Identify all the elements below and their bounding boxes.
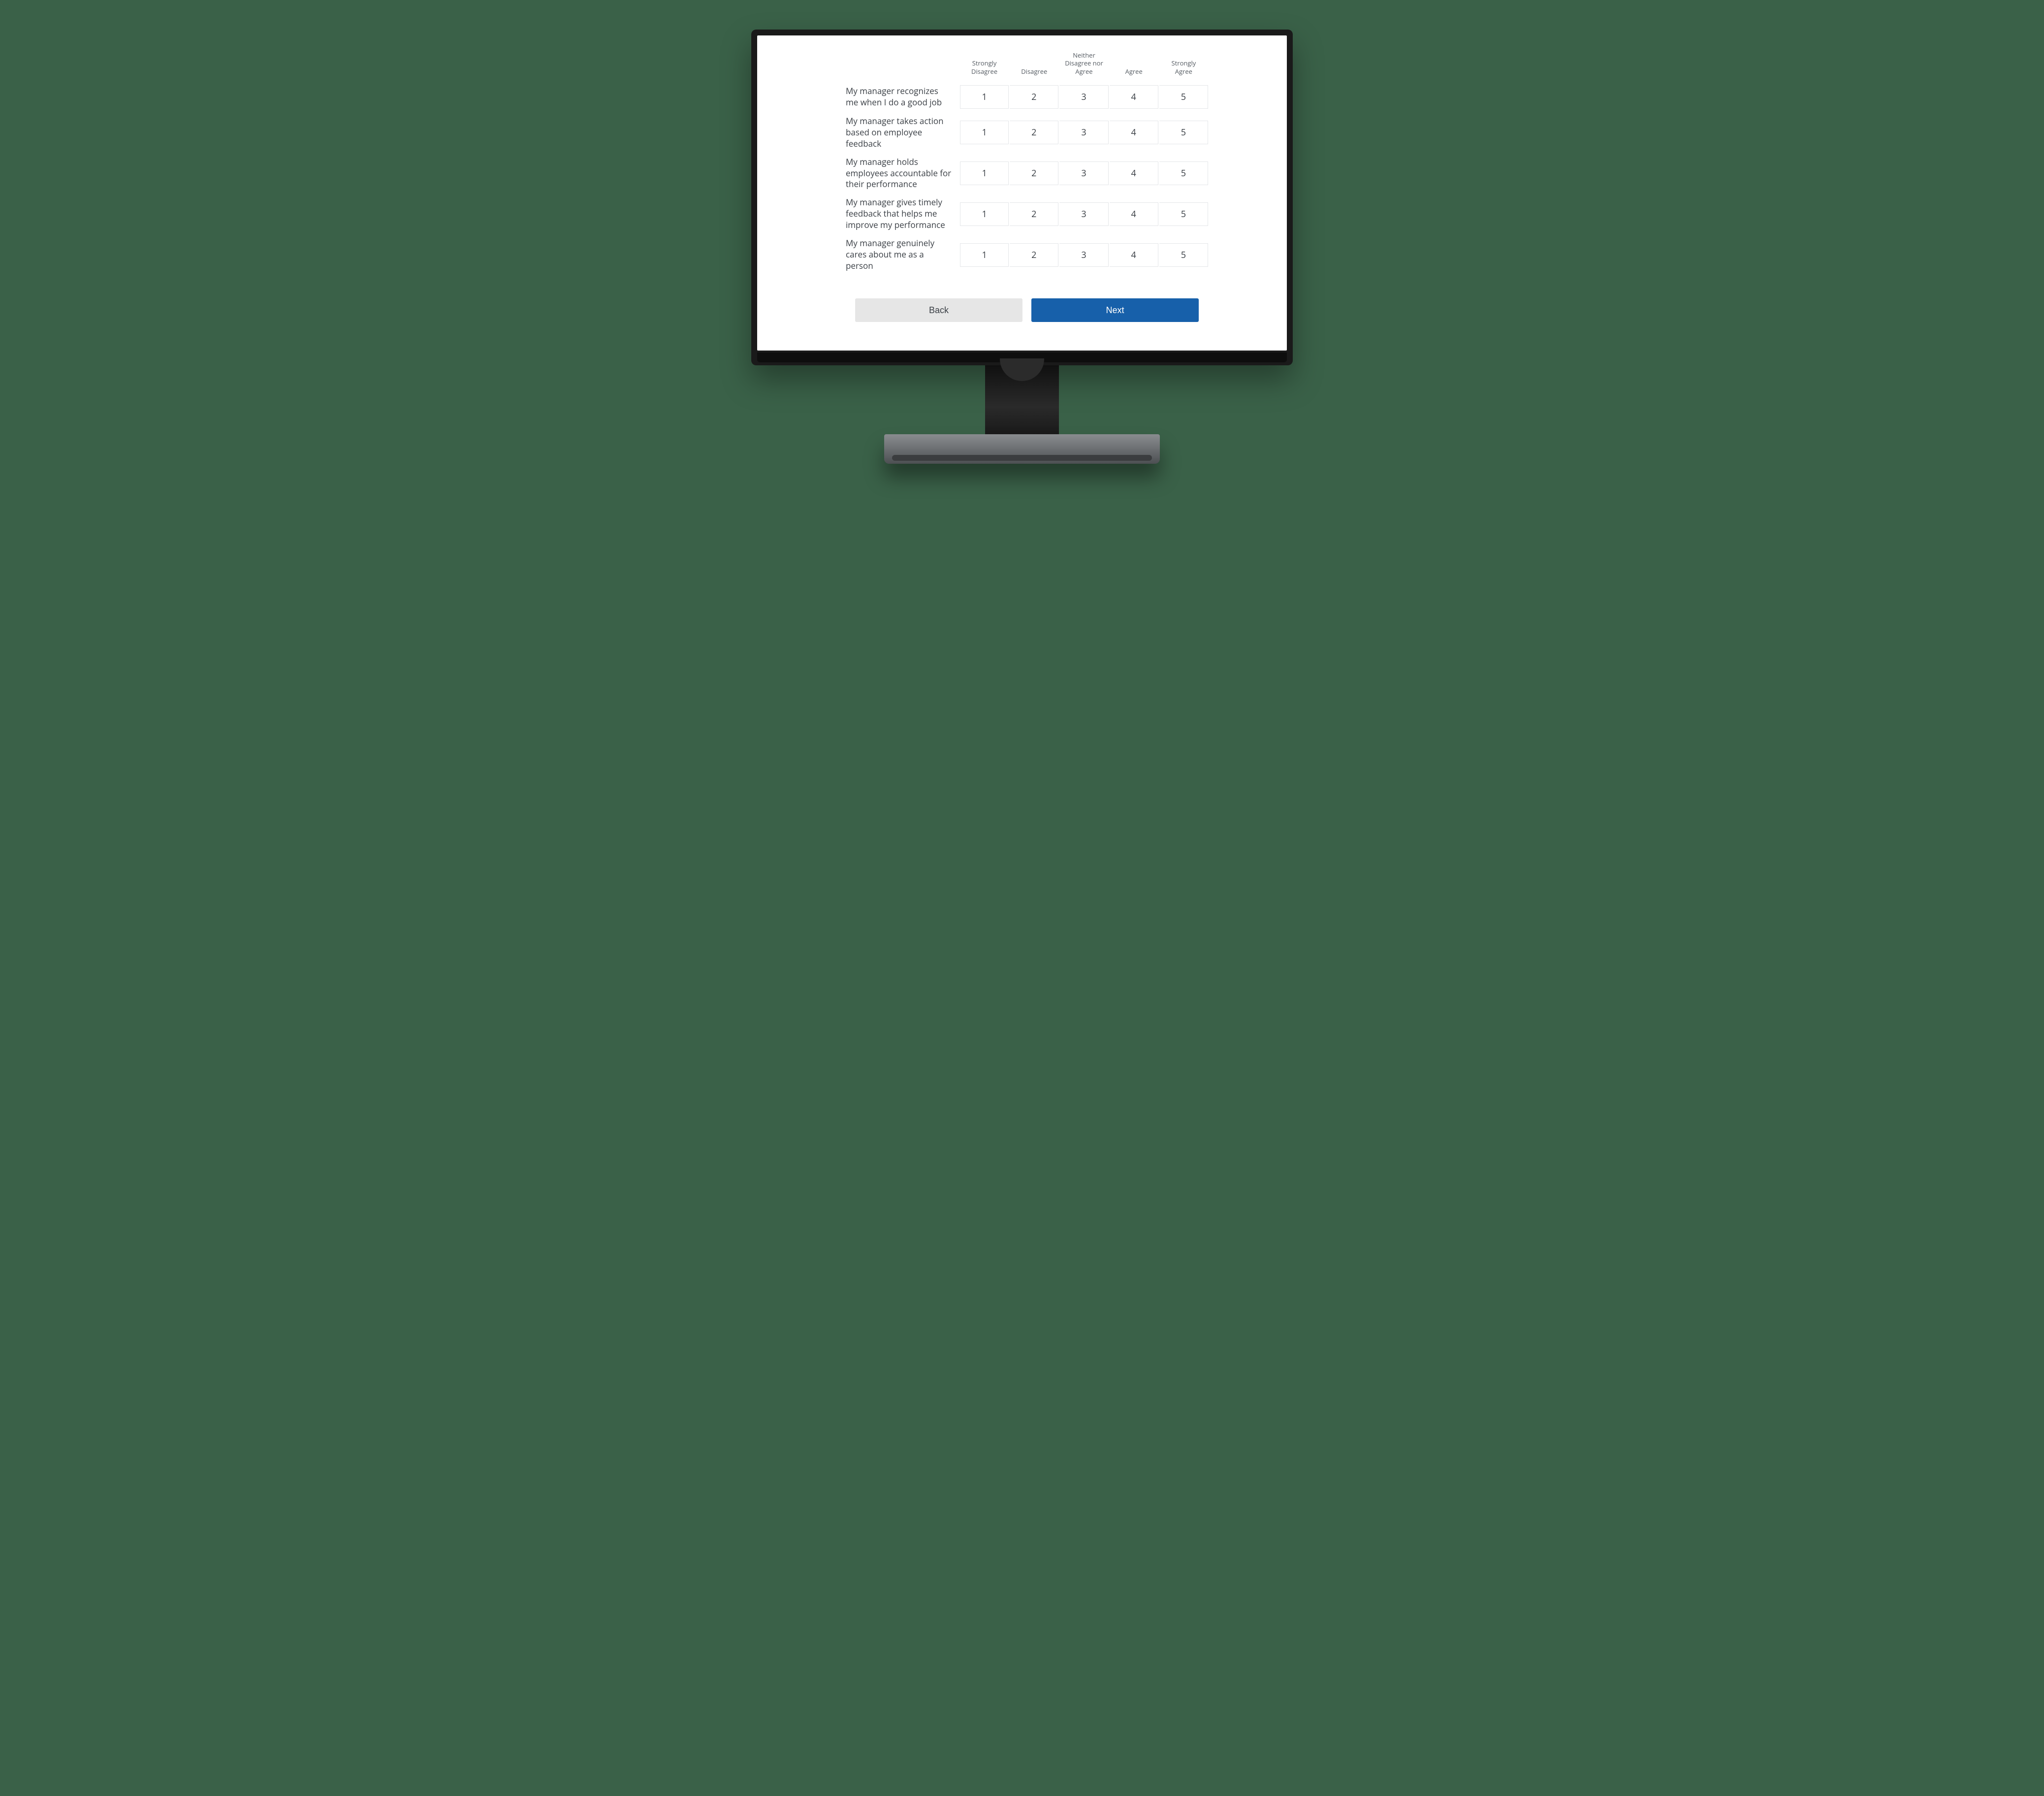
nav-buttons: Back Next bbox=[846, 298, 1208, 322]
likert-option-q3-3[interactable]: 3 bbox=[1059, 161, 1108, 185]
likert-option-q1-2[interactable]: 2 bbox=[1010, 85, 1058, 109]
monitor-neck bbox=[985, 365, 1059, 434]
monitor-bezel: Strongly Disagree Disagree Neither Disag… bbox=[751, 30, 1293, 365]
question-label: My manager genuinely cares about me as a… bbox=[846, 238, 959, 272]
survey-likert: Strongly Disagree Disagree Neither Disag… bbox=[846, 51, 1208, 322]
back-button[interactable]: Back bbox=[855, 298, 1022, 322]
scale-header-5: Strongly Agree bbox=[1159, 59, 1208, 78]
likert-option-q5-3[interactable]: 3 bbox=[1059, 243, 1108, 267]
likert-option-q5-2[interactable]: 2 bbox=[1010, 243, 1058, 267]
likert-grid: Strongly Disagree Disagree Neither Disag… bbox=[846, 51, 1208, 272]
scale-header-1: Strongly Disagree bbox=[960, 59, 1009, 78]
likert-option-q3-5[interactable]: 5 bbox=[1159, 161, 1208, 185]
scale-header-2: Disagree bbox=[1010, 67, 1058, 78]
likert-option-q3-2[interactable]: 2 bbox=[1010, 161, 1058, 185]
monitor-mockup: Strongly Disagree Disagree Neither Disag… bbox=[751, 30, 1293, 464]
question-label: My manager recognizes me when I do a goo… bbox=[846, 86, 959, 108]
likert-option-q2-4[interactable]: 4 bbox=[1110, 121, 1158, 144]
likert-option-q5-1[interactable]: 1 bbox=[960, 243, 1009, 267]
screen: Strongly Disagree Disagree Neither Disag… bbox=[757, 35, 1287, 351]
scale-header-3: Neither Disagree nor Agree bbox=[1059, 51, 1108, 78]
likert-option-q4-1[interactable]: 1 bbox=[960, 202, 1009, 226]
likert-option-q2-1[interactable]: 1 bbox=[960, 121, 1009, 144]
likert-option-q1-1[interactable]: 1 bbox=[960, 85, 1009, 109]
likert-option-q3-4[interactable]: 4 bbox=[1110, 161, 1158, 185]
likert-option-q2-2[interactable]: 2 bbox=[1010, 121, 1058, 144]
likert-option-q2-5[interactable]: 5 bbox=[1159, 121, 1208, 144]
likert-option-q2-3[interactable]: 3 bbox=[1059, 121, 1108, 144]
monitor-base bbox=[884, 434, 1160, 464]
likert-option-q4-3[interactable]: 3 bbox=[1059, 202, 1108, 226]
likert-option-q5-5[interactable]: 5 bbox=[1159, 243, 1208, 267]
likert-option-q1-4[interactable]: 4 bbox=[1110, 85, 1158, 109]
scale-header-4: Agree bbox=[1110, 67, 1158, 78]
likert-option-q5-4[interactable]: 4 bbox=[1110, 243, 1158, 267]
likert-option-q3-1[interactable]: 1 bbox=[960, 161, 1009, 185]
question-label: My manager gives timely feedback that he… bbox=[846, 197, 959, 231]
likert-option-q1-3[interactable]: 3 bbox=[1059, 85, 1108, 109]
likert-option-q1-5[interactable]: 5 bbox=[1159, 85, 1208, 109]
next-button[interactable]: Next bbox=[1031, 298, 1199, 322]
likert-option-q4-5[interactable]: 5 bbox=[1159, 202, 1208, 226]
likert-option-q4-2[interactable]: 2 bbox=[1010, 202, 1058, 226]
likert-option-q4-4[interactable]: 4 bbox=[1110, 202, 1158, 226]
question-label: My manager takes action based on employe… bbox=[846, 116, 959, 150]
question-label: My manager holds employees accountable f… bbox=[846, 157, 959, 191]
